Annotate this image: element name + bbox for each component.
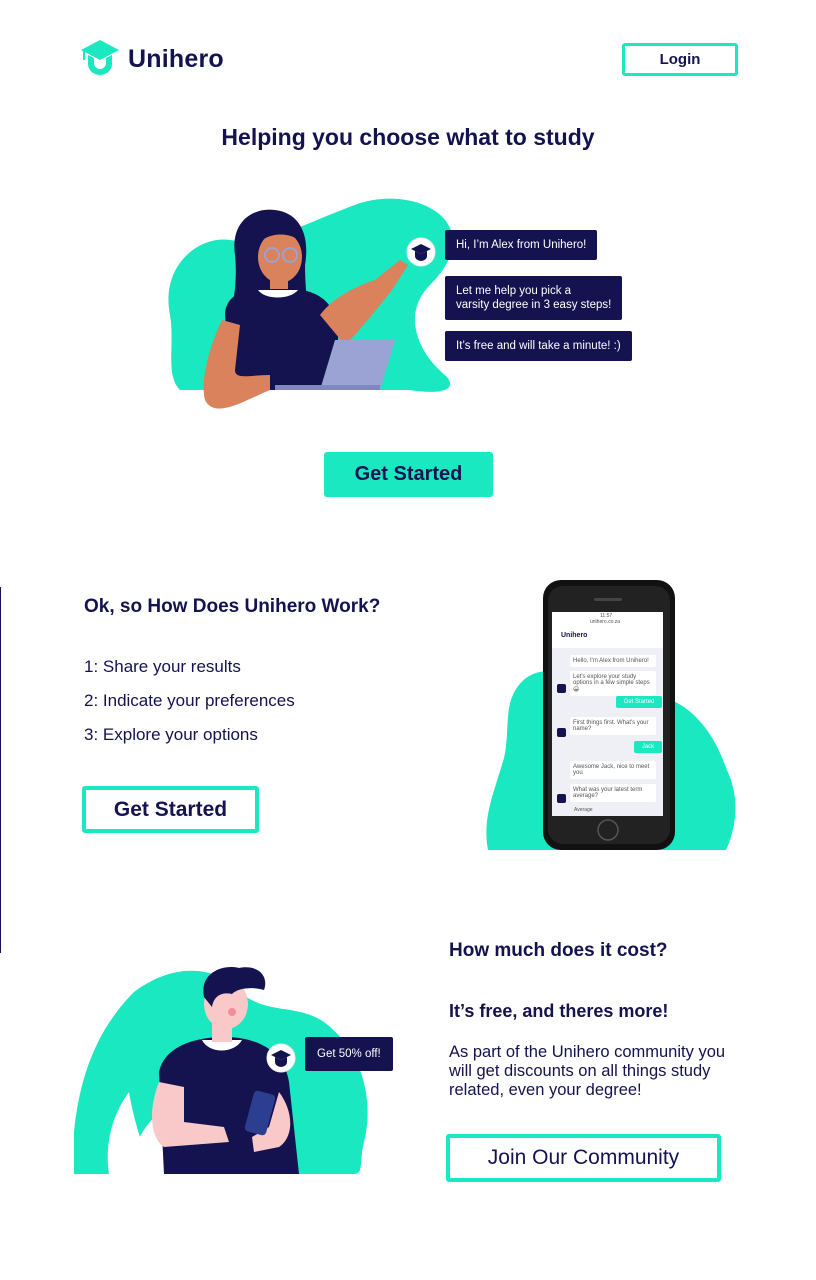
phone-message: What was your latest term average? (570, 784, 656, 802)
discount-bubble: Get 50% off! (305, 1037, 393, 1071)
logo[interactable]: Unihero (80, 38, 224, 81)
cost-body: As part of the Unihero community you wil… (449, 1043, 726, 1099)
join-community-button[interactable]: Join Our Community (446, 1134, 721, 1182)
phone-url: unihero.co.za (590, 619, 621, 625)
community-illustration (74, 962, 374, 1182)
phone-screen: 11:57 unihero.co.za Unihero Hello, I'm A… (552, 612, 663, 816)
phone-app-name: Unihero (561, 632, 588, 639)
phone-message: First things first. What's your name? (570, 717, 656, 735)
section-divider (0, 587, 1, 953)
graduation-cap-icon (80, 38, 120, 81)
graduation-cap-icon (406, 237, 436, 267)
logo-text: Unihero (128, 45, 224, 73)
bot-avatar (266, 1043, 296, 1078)
phone-illustration: 11:57 unihero.co.za Unihero Hello, I'm A… (486, 578, 736, 853)
phone-message: Let's explore your study options in a fe… (570, 671, 656, 696)
chat-bubble-free: It’s free and will take a minute! :) (445, 331, 632, 361)
phone-message: Hello, I'm Alex from Unihero! (570, 655, 656, 667)
step-item: 2: Indicate your preferences (84, 691, 295, 710)
hero-illustration (160, 195, 460, 430)
step-item: 3: Explore your options (84, 725, 258, 744)
bot-avatar (557, 728, 566, 737)
graduation-cap-icon (266, 1043, 296, 1073)
chat-bubble-steps: Let me help you pick a varsity degree in… (445, 276, 623, 320)
page-title: Helping you choose what to study (221, 124, 595, 150)
step-item: 1: Share your results (84, 657, 241, 676)
bot-avatar (557, 794, 566, 803)
chat-bubble-greeting: Hi, I’m Alex from Unihero! (445, 230, 598, 260)
phone-input: Average (574, 807, 593, 813)
phone-message-user: Get Started (616, 696, 662, 708)
phone-message-user: Jack (634, 741, 662, 753)
bot-avatar (406, 237, 436, 272)
how-it-works-title: Ok, so How Does Unihero Work? (84, 596, 381, 617)
get-started-button-how[interactable]: Get Started (82, 786, 259, 833)
cost-subtitle: It’s free, and theres more! (449, 1001, 669, 1021)
bot-avatar (557, 684, 566, 693)
phone-message: Awesome Jack, nice to meet you (570, 761, 656, 779)
cost-title: How much does it cost? (449, 940, 668, 961)
get-started-button-hero[interactable]: Get Started (324, 452, 493, 497)
login-button[interactable]: Login (622, 43, 738, 76)
